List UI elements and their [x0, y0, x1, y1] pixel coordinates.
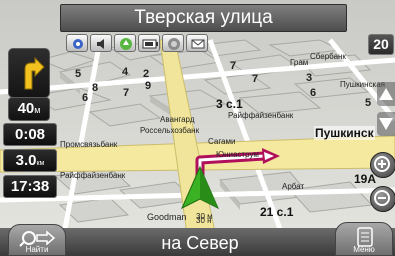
house-number: 8 — [92, 82, 99, 94]
house-number: 3 — [306, 72, 313, 84]
house-number: 2 — [143, 68, 150, 80]
tilt-down-button[interactable] — [377, 112, 395, 136]
traffic-icon[interactable] — [114, 34, 136, 52]
distance-unit: км — [36, 160, 45, 167]
triangle-down-icon — [379, 118, 393, 130]
house-number: 4 — [122, 66, 129, 78]
poi-label: Промсвязьбанк — [60, 140, 118, 149]
next-turn-panel[interactable] — [8, 48, 50, 98]
distance-value: 3.0 — [15, 152, 37, 169]
menu-button[interactable]: Меню — [335, 222, 393, 256]
time-to-destination[interactable]: 0:08 — [3, 123, 57, 146]
battery-icon[interactable] — [138, 34, 160, 52]
satellites-icon[interactable] — [66, 34, 88, 52]
messages-icon[interactable] — [186, 34, 208, 52]
tilt-up-button[interactable] — [377, 82, 395, 106]
house-number: 6 — [310, 87, 317, 99]
minus-icon — [374, 190, 390, 206]
online-icon[interactable] — [162, 34, 184, 52]
street-label: Пушкинск — [314, 126, 375, 140]
house-number: 21 с.1 — [260, 205, 294, 219]
house-number: 5 — [365, 97, 372, 109]
sound-icon[interactable] — [90, 34, 112, 52]
turn-distance-unit: м — [34, 105, 41, 115]
poi-label: Грам — [290, 58, 309, 67]
house-number: 6 — [82, 92, 89, 104]
find-button-label: Найти — [25, 245, 49, 254]
house-number: 7 — [230, 60, 237, 72]
map-scale[interactable]: 20 — [368, 34, 394, 55]
distance-to-destination[interactable]: 3.0км — [3, 149, 57, 172]
poi-label: Арбат — [282, 182, 305, 191]
poi-label: Юниаструм — [216, 150, 259, 159]
zoom-out-button[interactable] — [370, 186, 395, 212]
turn-right-icon — [24, 56, 45, 90]
house-number: 7 — [123, 87, 130, 99]
current-street-name: Тверская улица — [60, 4, 347, 32]
house-number: 5 — [75, 68, 82, 80]
heading-direction: на Север — [161, 233, 239, 253]
poi-label: 30 н — [196, 216, 212, 225]
arrival-time[interactable]: 17:38 — [3, 175, 57, 198]
house-number: 3 с.1 — [216, 97, 243, 111]
next-turn-distance: 40м — [8, 97, 50, 121]
turn-distance-value: 40 — [17, 100, 35, 117]
menu-button-label: Меню — [353, 245, 375, 254]
poi-label: Россельхозбанк — [140, 126, 200, 135]
poi-label: Райффайзенбанк — [228, 111, 294, 120]
navigator-screen: 5 4 2 9 6 8 7 7 7 3 6 5 3 с.1 21 с.1 19А… — [0, 0, 395, 256]
poi-label: Сагами — [208, 137, 236, 146]
triangle-up-icon — [379, 88, 393, 100]
house-number: 7 — [252, 73, 259, 85]
house-number: 9 — [145, 80, 152, 92]
poi-label: Райффайзенбанк — [60, 171, 126, 180]
poi-label: Авангард — [160, 115, 195, 124]
find-button[interactable]: Найти — [8, 224, 66, 256]
plus-icon — [374, 156, 390, 172]
poi-label: Сбербанк — [310, 52, 346, 61]
zoom-in-button[interactable] — [370, 152, 395, 178]
poi-label: Goodman — [147, 212, 187, 222]
